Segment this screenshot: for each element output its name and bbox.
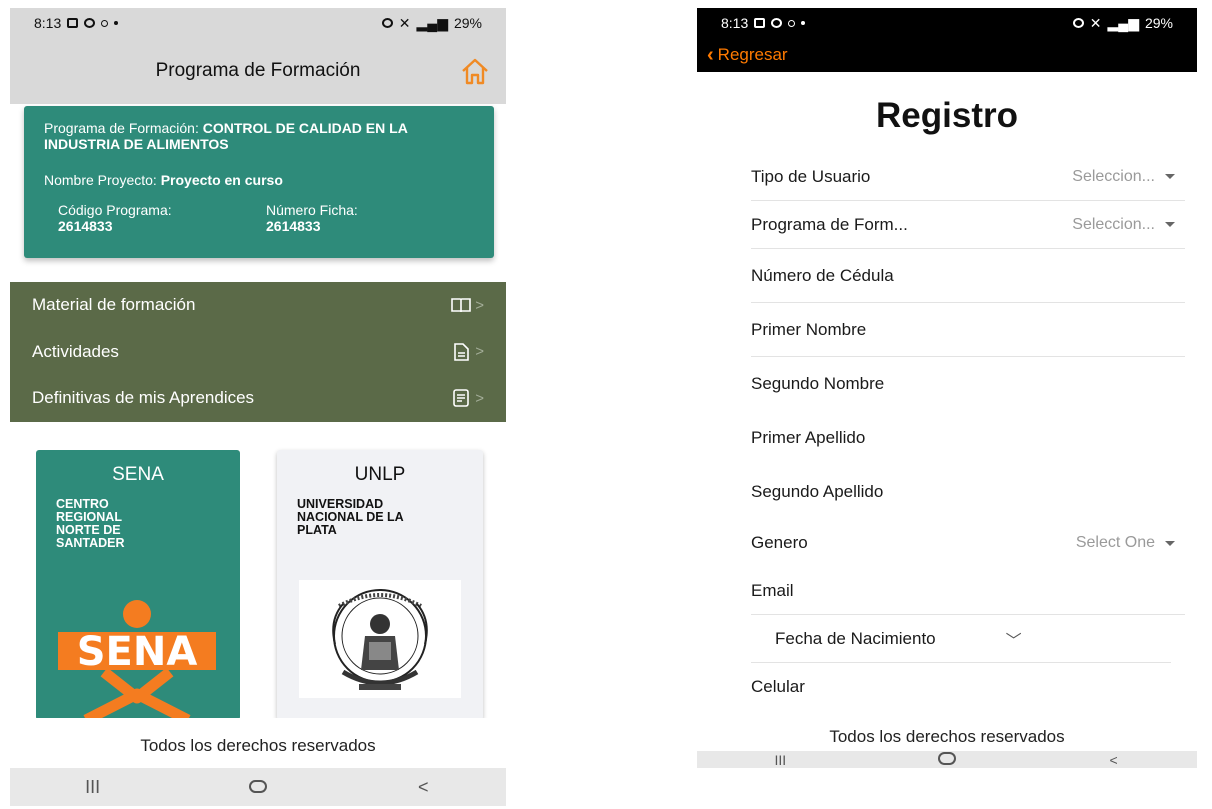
home-circle-icon [248, 779, 267, 793]
caret-down-icon [1165, 174, 1175, 179]
back-label: Regresar [717, 45, 788, 64]
registration-form: Tipo de Usuario Seleccion... Programa de… [751, 153, 1185, 711]
program-code: Código Programa: 2614833 [58, 202, 172, 234]
programa-field[interactable]: Programa de Form... Seleccion... [751, 201, 1185, 249]
status-time: 8:13 [721, 15, 749, 31]
status-time: 8:13 [34, 15, 62, 31]
caret-down-icon [1165, 540, 1175, 546]
caret-down-icon [1165, 222, 1175, 227]
tipo-usuario-select[interactable]: Seleccion... [1072, 168, 1175, 186]
chevron-right-icon: > [475, 296, 484, 314]
whatsapp-icon [84, 18, 96, 28]
navigation-bar: ‹ Regresar [697, 38, 1197, 72]
mute-icon: ✕ [398, 14, 411, 31]
menu-item-actividades[interactable]: Actividades > [10, 329, 506, 376]
gallery-icon [754, 18, 766, 28]
segundo-apellido-field[interactable]: Segundo Apellido [751, 465, 1185, 519]
menu-item-label: Definitivas de mis Aprendices [32, 388, 255, 408]
programa-select[interactable]: Seleccion... [1072, 216, 1175, 234]
more-notifications-icon [114, 21, 119, 25]
menu-item-definitivas[interactable]: Definitivas de mis Aprendices > [10, 375, 506, 422]
home-button[interactable] [228, 777, 288, 798]
segundo-nombre-field[interactable]: Segundo Nombre [751, 357, 1185, 411]
chevron-left-icon: ‹ [707, 44, 714, 66]
tipo-usuario-field[interactable]: Tipo de Usuario Seleccion... [751, 153, 1185, 201]
back-button[interactable]: < [393, 777, 453, 798]
list-document-icon [453, 389, 470, 408]
project-name: Nombre Proyecto: Proyecto en curso [44, 172, 283, 188]
program-codes: Código Programa: 2614833 Número Ficha: 2… [44, 202, 474, 234]
status-bar: 8:13 ✕ ▂▄▆ 29% [697, 8, 1197, 38]
primer-apellido-field[interactable]: Primer Apellido [751, 411, 1185, 465]
unlp-seal-image [299, 580, 461, 698]
recent-apps-button[interactable]: III [750, 752, 810, 768]
svg-text:SENA: SENA [77, 629, 198, 675]
back-link[interactable]: ‹ Regresar [707, 45, 788, 65]
recent-apps-button[interactable]: III [63, 777, 123, 798]
system-navbar: III < [10, 768, 506, 806]
more-notifications-icon [801, 21, 806, 25]
cedula-field[interactable]: Número de Cédula [751, 249, 1185, 303]
primer-nombre-field[interactable]: Primer Nombre [751, 303, 1185, 357]
status-bar: 8:13 ✕ ▂▄▆ 29% [10, 8, 506, 38]
book-icon [451, 298, 472, 313]
program-name: Programa de Formación: CONTROL DE CALIDA… [44, 120, 408, 152]
institution-card-unlp[interactable]: UNLP UNIVERSIDAD NACIONAL DE LA PLATA [277, 450, 483, 720]
battery-level: 29% [1144, 15, 1173, 31]
home-icon[interactable] [458, 54, 492, 88]
home-button[interactable] [917, 751, 977, 768]
app-header: Programa de Formación [10, 38, 506, 104]
email-field[interactable]: Email [751, 567, 1185, 615]
chevron-down-icon: ﹀ [1005, 632, 1022, 650]
whatsapp-icon [771, 18, 783, 28]
program-menu: Material de formación > Actividades > De… [10, 282, 506, 422]
home-circle-icon [937, 751, 956, 765]
battery-level: 29% [453, 15, 482, 31]
gallery-icon [67, 18, 79, 28]
menu-item-label: Material de formación [32, 295, 196, 315]
celular-field[interactable]: Celular [751, 663, 1185, 711]
institution-name: UNIVERSIDAD NACIONAL DE LA PLATA [297, 497, 404, 537]
program-info-card: Programa de Formación: CONTROL DE CALIDA… [24, 106, 494, 258]
menu-item-label: Actividades [32, 341, 119, 361]
notification-icon [788, 19, 796, 27]
chevron-right-icon: > [475, 389, 484, 407]
program-screen: 8:13 ✕ ▂▄▆ 29% Programa de Formación Pro… [10, 8, 506, 806]
genero-select[interactable]: Select One [1076, 534, 1175, 552]
sena-logo: SENA [58, 600, 216, 720]
fecha-nacimiento-picker[interactable]: Fecha de Nacimiento ﹀ [751, 615, 1171, 663]
mute-icon: ✕ [1089, 14, 1102, 31]
footer-copyright: Todos los derechos reservados [10, 718, 506, 774]
institution-abbr: UNLP [354, 464, 406, 485]
notification-icon [101, 19, 109, 27]
document-icon [454, 343, 470, 361]
institution-card-sena[interactable]: SENA CENTRO REGIONAL NORTE DE SANTADER S… [36, 450, 240, 720]
page-title: Programa de Formación [155, 60, 361, 81]
signal-icon: ▂▄▆ [416, 14, 448, 31]
back-button[interactable]: < [1084, 752, 1144, 768]
institution-name: CENTRO REGIONAL NORTE DE SANTADER [56, 497, 125, 550]
system-navbar: III < [697, 751, 1197, 768]
menu-item-material[interactable]: Material de formación > [10, 282, 506, 329]
institution-abbr: SENA [112, 464, 164, 485]
genero-field[interactable]: Genero Select One [751, 519, 1185, 567]
chevron-right-icon: > [475, 343, 484, 361]
ficha-number: Número Ficha: 2614833 [266, 202, 358, 234]
registro-screen: 8:13 ✕ ▂▄▆ 29% ‹ Regresar Registro Tipo … [697, 8, 1197, 768]
alarm-icon [1072, 18, 1084, 28]
page-title: Registro [876, 96, 1018, 135]
alarm-icon [381, 18, 393, 28]
signal-icon: ▂▄▆ [1107, 14, 1139, 31]
